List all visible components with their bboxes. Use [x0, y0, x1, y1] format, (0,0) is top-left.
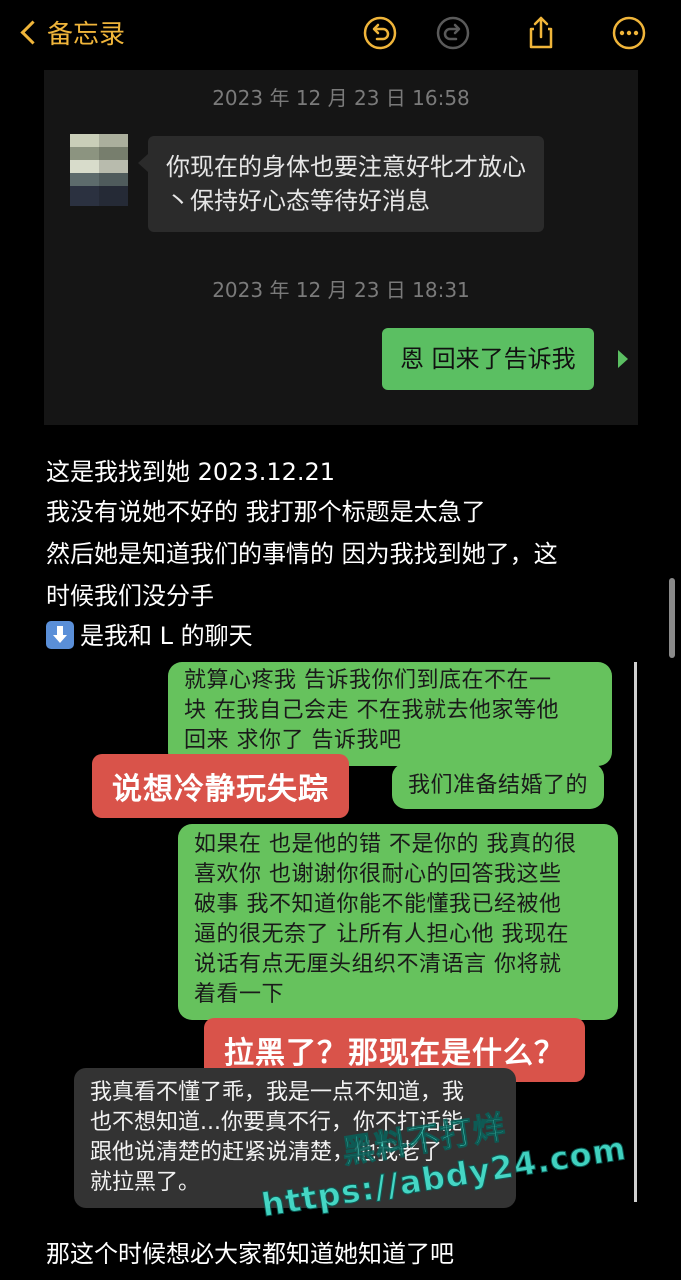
scrollbar[interactable]: [669, 578, 675, 658]
redo-icon: [436, 16, 470, 50]
share-icon: [529, 16, 553, 49]
note-line-text: 是我和 L 的聊天: [80, 622, 253, 650]
chat-timestamp: 2023 年 12 月 23 日 18:31: [212, 278, 470, 302]
message-line: 喜欢你 也谢谢你很耐心的回答我这些: [194, 862, 562, 887]
message-outgoing: 如果在 也是他的错 不是你的 我真的很 喜欢你 也谢谢你很耐心的回答我这些 破事…: [178, 824, 618, 1020]
undo-button[interactable]: [361, 14, 399, 52]
more-button[interactable]: [610, 14, 648, 52]
message-line: 逼的很无奈了 让所有人担心他 我现在: [194, 922, 569, 947]
down-arrow-icon: [46, 621, 74, 649]
message-line: 我们准备结婚了的: [408, 773, 589, 798]
note-line: 时候我们没分手: [46, 582, 214, 610]
message-line: 如果在 也是他的错 不是你的 我真的很: [194, 832, 577, 857]
back-button[interactable]: 备忘录: [18, 14, 125, 51]
message-outgoing: 我们准备结婚了的: [392, 763, 605, 809]
annotation-label: 说想冷静玩失踪: [92, 754, 349, 818]
message-outgoing: 恩 回来了告诉我: [382, 328, 594, 390]
message-outgoing: 就算心疼我 告诉我你们到底在不在一 块 在我自己会走 不在我就去他家等他 回来 …: [168, 662, 612, 766]
note-line: 我没有说她不好的 我打那个标题是太急了: [46, 498, 486, 526]
message-line: 说话有点无厘头组织不清语言 你将就: [194, 952, 562, 977]
note-line: 是我和 L 的聊天: [46, 616, 253, 651]
undo-icon: [363, 16, 397, 50]
message-line: 回来 求你了 告诉我吧: [184, 728, 402, 753]
message-line: 丶保持好心态等待好消息: [166, 187, 430, 215]
chat-timestamp: 2023 年 12 月 23 日 16:58: [212, 86, 470, 110]
message-line: 我真看不懂了乖，我是一点不知道，我: [90, 1080, 465, 1105]
message-line: 你现在的身体也要注意好牝才放心: [166, 153, 526, 181]
message-line: 破事 我不知道你能不能懂我已经被他: [194, 892, 562, 917]
share-button[interactable]: [522, 14, 560, 52]
note-line: 这是我找到她 2023.12.21: [46, 458, 336, 486]
chat-screenshot-1: 2023 年 12 月 23 日 16:58 你现在的身体也要注意好牝才放心 丶…: [44, 70, 638, 425]
message-line: 恩 回来了告诉我: [400, 345, 576, 373]
note-line: 那这个时候想必大家都知道她知道了吧: [46, 1240, 454, 1268]
back-label: 备忘录: [47, 20, 126, 50]
message-incoming: 你现在的身体也要注意好牝才放心 丶保持好心态等待好消息: [148, 136, 544, 232]
more-icon: [612, 16, 646, 50]
bubble-tail: [138, 154, 148, 172]
redo-button[interactable]: [434, 14, 472, 52]
divider: [634, 662, 637, 1202]
message-line: 就算心疼我 告诉我你们到底在不在一: [184, 668, 552, 693]
avatar: [70, 134, 128, 206]
note-line: 然后她是知道我们的事情的 因为我找到她了，这: [46, 540, 558, 568]
chevron-left-icon: [20, 20, 45, 45]
message-line: 着看一下: [194, 982, 285, 1007]
bubble-tail: [618, 350, 628, 368]
message-line: 块 在我自己会走 不在我就去他家等他: [184, 698, 559, 723]
